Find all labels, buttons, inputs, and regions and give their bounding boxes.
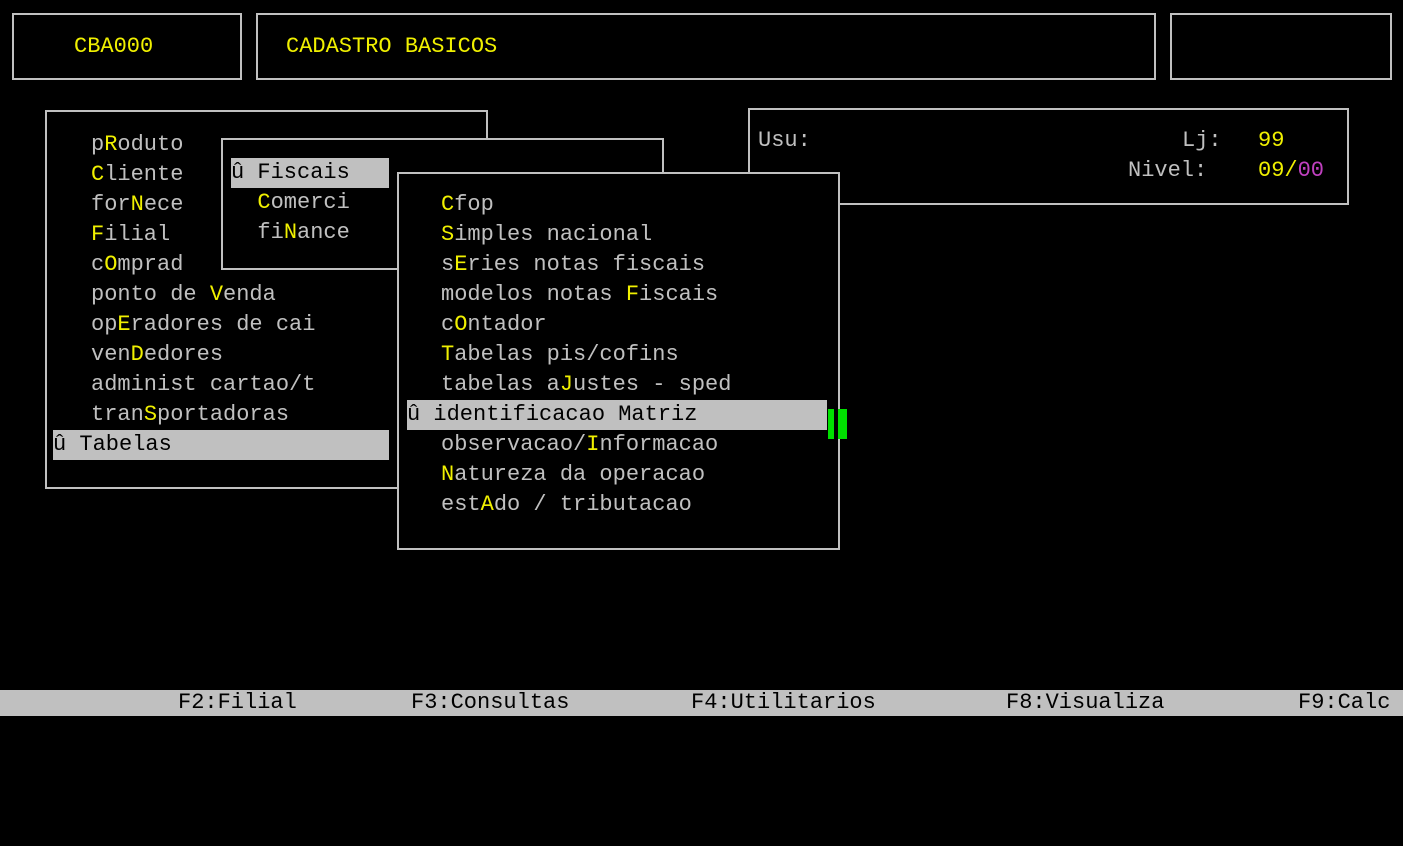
f8-visualiza-key[interactable]: F8:Visualiza	[1006, 690, 1164, 716]
f9-calc-key[interactable]: F9:Calc	[1298, 690, 1390, 716]
f2-filial-key[interactable]: F2:Filial	[178, 690, 297, 716]
f4-utilitarios-key[interactable]: F4:Utilitarios	[691, 690, 876, 716]
header-right-box	[1170, 13, 1392, 80]
main-menu-item[interactable]: Cliente	[91, 160, 183, 190]
tabelas-submenu-item[interactable]: û Fiscais	[231, 158, 389, 188]
function-key-bar: F2:Filial F3:Consultas F4:Utilitarios F8…	[0, 690, 1403, 716]
store-label: Lj:	[1182, 128, 1222, 153]
main-menu-item[interactable]: ponto de Venda	[91, 280, 276, 310]
program-code-box: CBA000	[12, 13, 242, 80]
fiscais-submenu-item[interactable]: observacao/Informacao	[441, 430, 718, 460]
tabelas-submenu-item[interactable]: fiNance	[231, 218, 349, 248]
f3-consultas-key[interactable]: F3:Consultas	[411, 690, 569, 716]
fiscais-submenu-item[interactable]: Tabelas pis/cofins	[441, 340, 679, 370]
screen-title: CADASTRO BASICOS	[286, 34, 498, 59]
fiscais-submenu-item[interactable]: û identificacao Matriz	[407, 400, 827, 430]
fiscais-submenu-item[interactable]: cOntador	[441, 310, 547, 340]
main-menu-item[interactable]: forNece	[91, 190, 183, 220]
main-menu-item[interactable]: cOmprad	[91, 250, 183, 280]
program-code: CBA000	[74, 34, 154, 59]
main-menu-item[interactable]: administ cartao/t	[91, 370, 315, 400]
main-menu-item[interactable]: Filial	[91, 220, 170, 250]
fiscais-submenu-item[interactable]: Natureza da operacao	[441, 460, 705, 490]
screen-title-box: CADASTRO BASICOS	[256, 13, 1156, 80]
fiscais-submenu: Cfop Simples nacional sEries notas fiscais…	[397, 172, 840, 550]
level-label: Nivel:	[1128, 158, 1208, 183]
fiscais-submenu-item[interactable]: estAdo / tributacao	[441, 490, 692, 520]
store-value: 99	[1258, 128, 1285, 153]
user-label: Usu:	[758, 128, 811, 153]
main-menu-item[interactable]: tranSportadoras	[91, 400, 289, 430]
level-value: 09/00	[1258, 158, 1325, 183]
main-menu-item[interactable]: opEradores de cai	[91, 310, 315, 340]
text-cursor-bar	[838, 409, 847, 439]
fiscais-submenu-item[interactable]: Simples nacional	[441, 220, 652, 250]
fiscais-submenu-item[interactable]: tabelas aJustes - sped	[441, 370, 731, 400]
main-menu-item[interactable]: venDedores	[91, 340, 223, 370]
fiscais-submenu-item[interactable]: sEries notas fiscais	[441, 250, 705, 280]
fiscais-submenu-item[interactable]: modelos notas Fiscais	[441, 280, 718, 310]
main-menu-item[interactable]: û Tabelas	[53, 430, 389, 460]
text-cursor	[828, 409, 834, 439]
tabelas-submenu-item[interactable]: Comerci	[231, 188, 349, 218]
fiscais-submenu-item[interactable]: Cfop	[441, 190, 494, 220]
main-menu-item[interactable]: pRoduto	[91, 130, 183, 160]
